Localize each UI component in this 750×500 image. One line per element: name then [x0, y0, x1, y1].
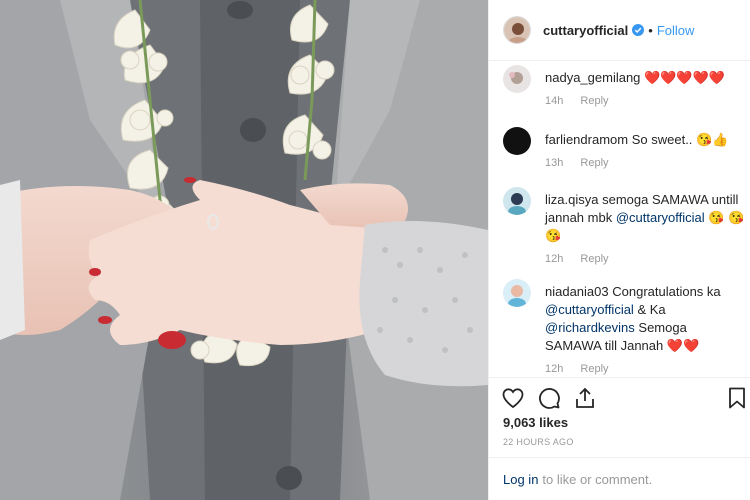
mention-link[interactable]: @cuttaryofficial [545, 302, 634, 317]
comment-time: 12h [545, 363, 564, 375]
instagram-post: cuttaryofficial • Follow nadya_gemilang … [0, 0, 750, 500]
comment-item: nadya_gemilang ❤️❤️❤️❤️❤️ 14h Reply [503, 65, 750, 107]
heart-outline-icon[interactable] [501, 386, 525, 410]
reply-button[interactable]: Reply [580, 363, 608, 375]
verified-badge-icon [632, 24, 645, 36]
separator-dot: • [648, 22, 653, 38]
mention-link[interactable]: @richardkevins [545, 320, 635, 335]
wedding-ring-photo [0, 0, 488, 500]
author-username[interactable]: cuttaryofficial [543, 23, 628, 38]
login-bar: Log in to like or comment. [489, 457, 750, 500]
comment-text: Congratulations ka [612, 284, 721, 299]
commenter-username[interactable]: nadya_gemilang [545, 70, 640, 85]
comment-item: niadania03 Congratulations ka @cuttaryof… [503, 279, 750, 375]
heart-emojis: ❤️❤️❤️❤️❤️ [644, 70, 725, 85]
reply-button[interactable]: Reply [580, 157, 608, 169]
follow-button[interactable]: Follow [657, 23, 695, 38]
author-avatar[interactable] [503, 16, 531, 44]
post-timestamp[interactable]: 22 HOURS AGO [503, 437, 574, 447]
comment-time: 13h [545, 157, 564, 169]
commenter-avatar[interactable] [503, 65, 531, 93]
speech-bubble-icon[interactable] [537, 386, 561, 410]
post-header: cuttaryofficial • Follow [489, 0, 750, 61]
commenter-username[interactable]: farliendramom [545, 132, 628, 147]
heart-emojis: ❤️❤️ [666, 338, 700, 353]
comment-time: 14h [545, 95, 564, 107]
commenter-username[interactable]: niadania03 [545, 284, 609, 299]
post-actions: 9,063 likes 22 HOURS AGO [489, 377, 750, 447]
login-link[interactable]: Log in [503, 472, 538, 487]
mention-link[interactable]: @cuttaryofficial [616, 210, 705, 225]
commenter-username[interactable]: liza.qisya [545, 192, 598, 207]
post-side-panel: cuttaryofficial • Follow nadya_gemilang … [488, 0, 750, 500]
commenter-avatar[interactable] [503, 187, 531, 215]
share-icon[interactable] [573, 386, 597, 410]
likes-count[interactable]: 9,063 likes [503, 415, 568, 430]
comments-list[interactable]: nadya_gemilang ❤️❤️❤️❤️❤️ 14h Reply farl… [489, 61, 750, 377]
commenter-avatar[interactable] [503, 279, 531, 307]
post-photo[interactable] [0, 0, 488, 500]
reply-button[interactable]: Reply [580, 253, 608, 265]
comment-text-mid: & Ka [637, 302, 666, 317]
login-prompt-text: to like or comment. [542, 471, 653, 487]
comment-item: liza.qisya semoga SAMAWA untill jannah m… [503, 187, 750, 265]
comment-time: 12h [545, 253, 564, 265]
comment-item: farliendramom So sweet.. 😘👍 13h Reply [503, 127, 750, 169]
commenter-avatar[interactable] [503, 127, 531, 155]
bookmark-icon[interactable] [725, 386, 749, 410]
comment-text: So sweet.. 😘👍 [631, 132, 729, 147]
reply-button[interactable]: Reply [580, 95, 608, 107]
